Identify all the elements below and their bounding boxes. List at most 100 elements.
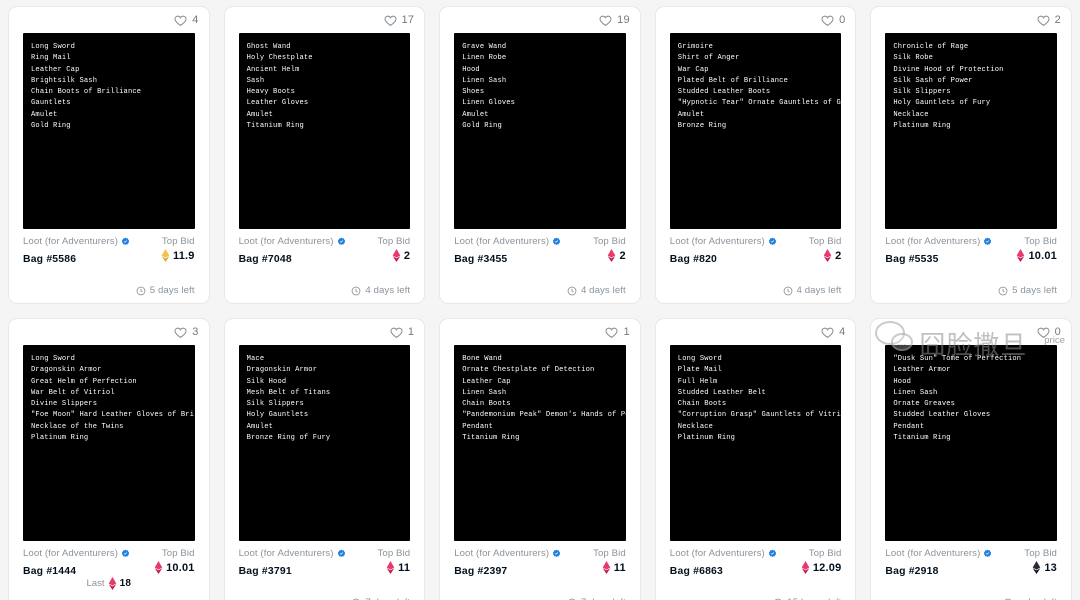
nft-card[interactable]: 1 Mace Dragonskin Armor Silk Hood Mesh Belt …	[223, 318, 426, 600]
item-name[interactable]: Bag #2397	[454, 566, 507, 577]
card-footer: Loot (for Adventurers) Top Bid Bag #5535 10…	[871, 229, 1071, 303]
loot-item: Chain Boots	[677, 400, 727, 409]
nft-card[interactable]: 0 Grimoire Shirt of Anger War Cap Plated Bel…	[654, 6, 857, 304]
loot-item: Amulet	[31, 110, 58, 119]
nft-card[interactable]: 4 Long Sword Ring Mail Leather Cap Brightsil…	[8, 6, 210, 304]
collection-name-wrap[interactable]: Loot (for Adventurers)	[454, 236, 561, 247]
price-wrap: 11	[386, 561, 410, 574]
loot-item: Grave Wand	[462, 43, 507, 51]
collection-name: Loot (for Adventurers)	[238, 548, 334, 559]
collection-name-wrap[interactable]: Loot (for Adventurers)	[239, 548, 346, 559]
heart-icon[interactable]	[384, 14, 397, 27]
loot-bag-artwork[interactable]: Long Sword Plate Mail Full Helm Studded Lea…	[669, 345, 842, 541]
item-name[interactable]: Bag #5535	[885, 254, 938, 265]
collection-name-wrap[interactable]: Loot (for Adventurers)	[670, 236, 777, 247]
nft-card[interactable]: 19 Grave Wand Linen Robe Hood Linen Sash Shoe…	[439, 6, 641, 304]
collection-name-wrap[interactable]: Loot (for Adventurers)	[23, 548, 130, 559]
heart-icon[interactable]	[1037, 326, 1050, 339]
item-name[interactable]: Bag #820	[670, 254, 717, 265]
item-name[interactable]: Bag #7048	[239, 254, 292, 265]
item-name[interactable]: Bag #3455	[454, 254, 507, 265]
collection-row: Loot (for Adventurers) Top Bid	[885, 236, 1057, 247]
item-name[interactable]: Bag #6863	[670, 566, 723, 577]
loot-item: Grimoire	[677, 43, 714, 51]
loot-bag-artwork[interactable]: Long Sword Dragonskin Armor Great Helm of …	[23, 345, 195, 541]
item-name[interactable]: Bag #3791	[239, 566, 292, 577]
verified-badge-icon	[552, 237, 561, 246]
loot-bag-artwork[interactable]: Grimoire Shirt of Anger War Cap Plated Belt…	[669, 33, 842, 229]
nft-card[interactable]: 0 "Dusk Sun" Tome of Perfection Leather Ar…	[870, 318, 1072, 600]
last-sale-price: 18	[119, 578, 132, 589]
heart-icon[interactable]	[599, 14, 612, 27]
collection-name-wrap[interactable]: Loot (for Adventurers)	[885, 548, 992, 559]
loot-item: Ring Mail	[31, 54, 71, 63]
ethereum-diamond-icon	[1016, 249, 1025, 262]
loot-item: Holy Gauntlets	[246, 411, 309, 420]
loot-item: Divine Slippers	[31, 400, 98, 409]
card-footer: Loot (for Adventurers) Top Bid Bag #6863 12…	[656, 541, 856, 600]
loot-item: Heavy Boots	[246, 88, 296, 97]
nft-card-grid: 4 Long Sword Ring Mail Leather Cap Brightsil…	[0, 0, 1080, 600]
loot-item: Dragonskin Armor	[246, 366, 318, 375]
verified-badge-icon	[768, 549, 777, 558]
loot-item: Great Helm of Perfection	[31, 377, 137, 386]
item-name[interactable]: Bag #1444	[23, 566, 76, 577]
collection-name-wrap[interactable]: Loot (for Adventurers)	[454, 548, 561, 559]
loot-bag-artwork[interactable]: Long Sword Ring Mail Leather Cap Brightsilk…	[23, 33, 195, 229]
loot-item: Holy Chestplate	[246, 54, 313, 63]
loot-bag-artwork[interactable]: Chronicle of Rage Silk Robe Divine Hood of…	[885, 33, 1057, 229]
heart-icon[interactable]	[821, 14, 834, 27]
card-header: 0	[656, 7, 856, 33]
card-footer: Loot (for Adventurers) Top Bid Bag #7048 2 4…	[225, 229, 425, 303]
heart-icon[interactable]	[605, 326, 619, 339]
collection-name: Loot (for Adventurers)	[669, 548, 765, 559]
collection-name-wrap[interactable]: Loot (for Adventurers)	[670, 548, 777, 559]
collection-row: Loot (for Adventurers) Top Bid	[670, 548, 842, 559]
nft-card[interactable]: 1 Bone Wand Ornate Chestplate of Detection…	[439, 318, 641, 600]
price-wrap: 2	[392, 249, 410, 262]
collection-name-wrap[interactable]: Loot (for Adventurers)	[885, 236, 992, 247]
loot-bag-artwork[interactable]: Ghost Wand Holy Chestplate Ancient Helm Sas…	[238, 33, 411, 229]
loot-item: Silk Slippers	[246, 400, 304, 409]
like-count: 1	[623, 326, 630, 338]
collection-name-wrap[interactable]: Loot (for Adventurers)	[239, 236, 346, 247]
loot-item: Mesh Belt of Titans	[246, 388, 331, 397]
name-price-row: Bag #2918 13	[885, 559, 1057, 577]
heart-icon[interactable]	[821, 326, 834, 339]
collection-row: Loot (for Adventurers) Top Bid	[23, 548, 195, 559]
loot-item: Platinum Ring	[31, 434, 89, 443]
loot-item: Holy Gauntlets of Fury	[893, 99, 991, 108]
heart-icon[interactable]	[390, 326, 403, 339]
heart-icon[interactable]	[174, 326, 187, 339]
nft-card[interactable]: 2 Chronicle of Rage Silk Robe Divine Hood o…	[870, 6, 1072, 304]
collection-row: Loot (for Adventurers) Top Bid	[670, 236, 842, 247]
last-sale-label: Last	[86, 578, 105, 589]
heart-icon[interactable]	[1037, 14, 1050, 27]
loot-bag-artwork[interactable]: "Dusk Sun" Tome of Perfection Leather Arm…	[885, 345, 1057, 541]
price-value: 11	[613, 561, 626, 574]
heart-icon[interactable]	[174, 14, 187, 27]
clock-icon	[783, 286, 793, 296]
loot-item: "Hypnotic Tear" Ornate Gauntlets of Gian…	[677, 99, 842, 108]
loot-item: Linen Gloves	[462, 99, 516, 108]
name-price-row: Bag #5586 11.9	[23, 247, 195, 265]
nft-card[interactable]: 4 Long Sword Plate Mail Full Helm Studded Le…	[654, 318, 857, 600]
like-count: 4	[192, 14, 199, 26]
ethereum-diamond-icon	[1032, 561, 1041, 574]
collection-row: Loot (for Adventurers) Top Bid	[454, 548, 626, 559]
item-name[interactable]: Bag #2918	[885, 566, 938, 577]
loot-item: Silk Sash of Power	[893, 76, 973, 85]
loot-bag-artwork[interactable]: Grave Wand Linen Robe Hood Linen Sash Shoes L…	[454, 33, 626, 229]
ethereum-diamond-icon	[801, 561, 810, 574]
collection-name-wrap[interactable]: Loot (for Adventurers)	[23, 236, 130, 247]
loot-bag-artwork[interactable]: Bone Wand Ornate Chestplate of Detection L…	[454, 345, 626, 541]
name-price-row: Bag #7048 2	[239, 247, 411, 265]
nft-card[interactable]: 3 Long Sword Dragonskin Armor Great Helm of…	[8, 318, 210, 600]
item-name[interactable]: Bag #5586	[23, 254, 76, 265]
loot-item: Chronicle of Rage	[893, 43, 969, 51]
card-header: 3	[9, 319, 209, 345]
nft-card[interactable]: 17 Ghost Wand Holy Chestplate Ancient Helm S…	[223, 6, 426, 304]
loot-item: Titanium Ring	[462, 434, 520, 443]
collection-row: Loot (for Adventurers) Top Bid	[23, 236, 195, 247]
loot-bag-artwork[interactable]: Mace Dragonskin Armor Silk Hood Mesh Belt o…	[238, 345, 411, 541]
